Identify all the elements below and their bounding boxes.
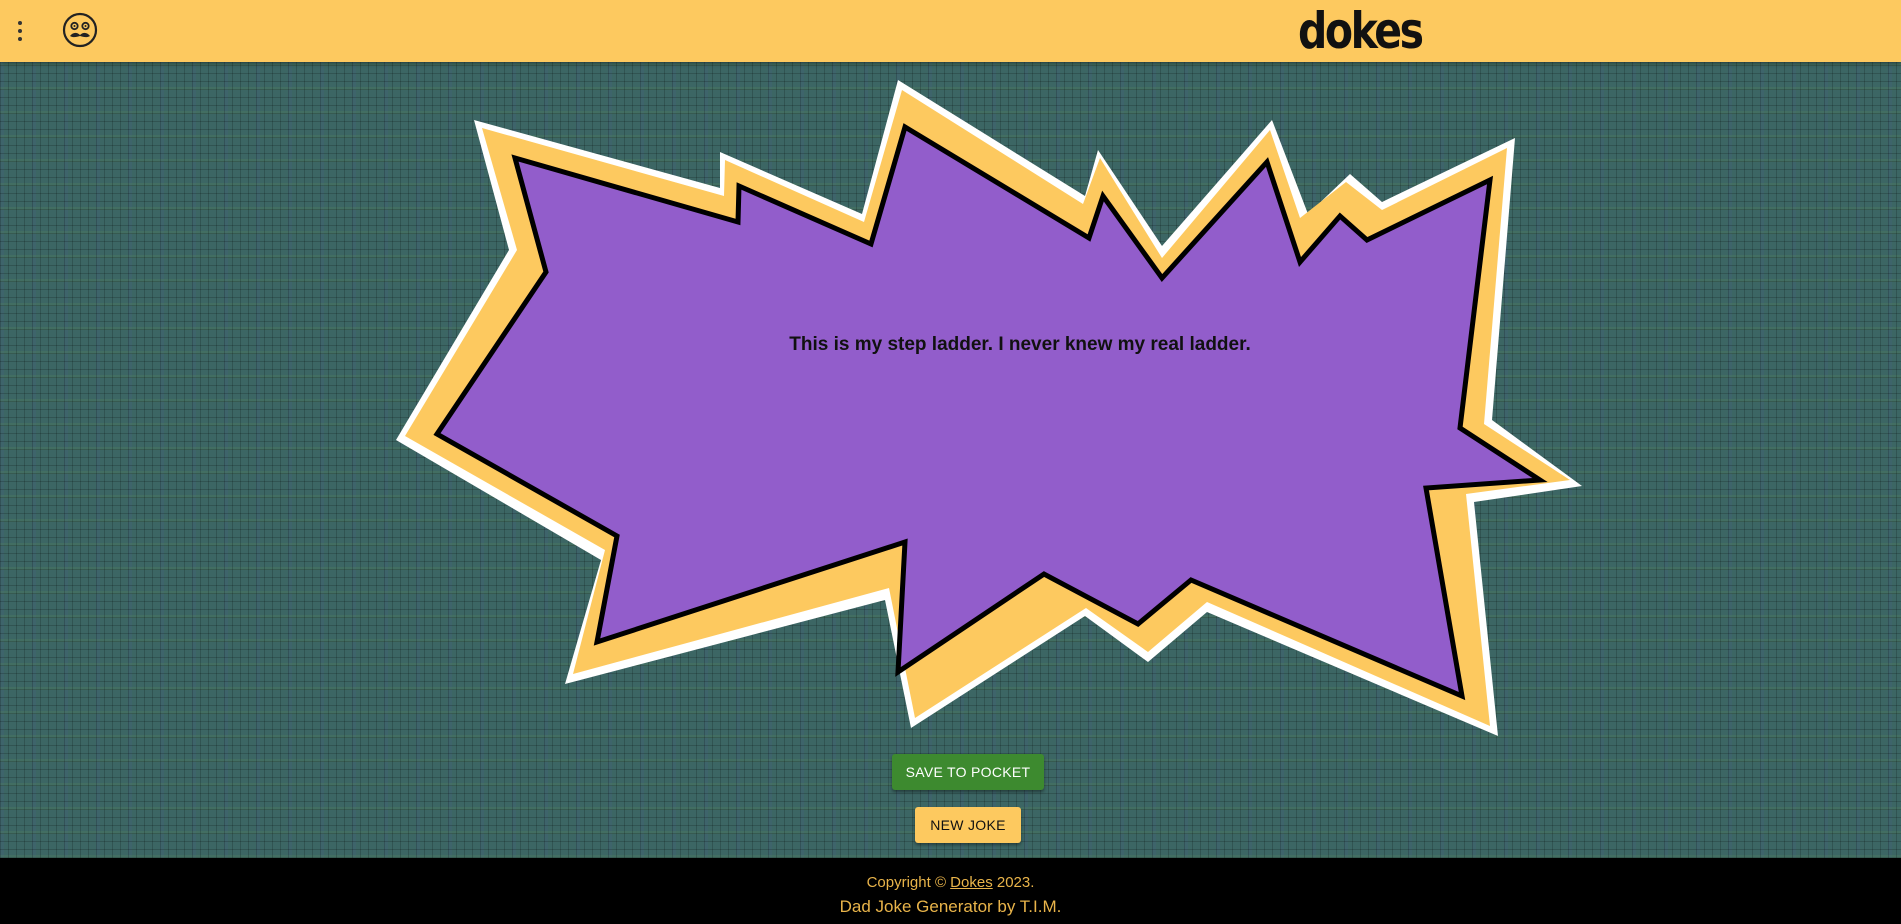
more-vertical-icon[interactable] (8, 14, 32, 48)
dokes-link[interactable]: Dokes (950, 874, 993, 891)
copyright-year: 2023. (996, 874, 1035, 891)
footer-tagline: Dad Joke Generator by T.I.M. (839, 897, 1062, 916)
top-app-bar: dokes (0, 0, 1901, 62)
brand-title: dokes (1298, 2, 1424, 60)
save-to-pocket-button[interactable]: SAVE TO POCKET (892, 754, 1044, 790)
mustache-face-icon[interactable] (62, 12, 98, 48)
copyright-prefix: Copyright © (866, 874, 946, 891)
joke-stage: This is my step ladder. I never knew my … (0, 62, 1901, 858)
copyright-line: Copyright © Dokes 2023. (0, 874, 1901, 891)
joke-text: This is my step ladder. I never knew my … (789, 334, 1251, 355)
new-joke-button[interactable]: NEW JOKE (915, 807, 1021, 843)
footer: Copyright © Dokes 2023. Dad Joke Generat… (0, 858, 1901, 924)
joke-burst-shape (396, 80, 1582, 736)
